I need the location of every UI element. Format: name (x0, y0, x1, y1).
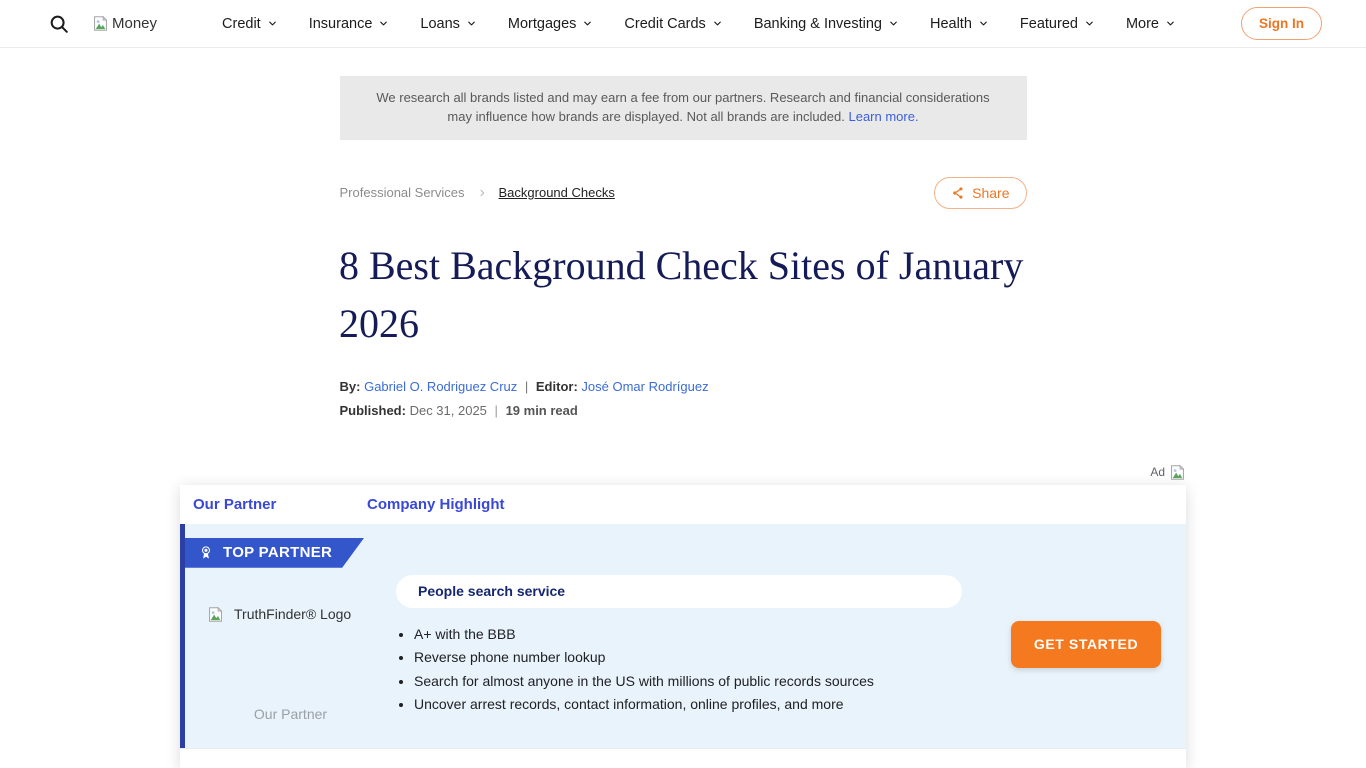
editor-label: Editor: (536, 379, 578, 394)
nav-item-featured[interactable]: Featured (1020, 16, 1095, 32)
published-date: Dec 31, 2025 (410, 403, 487, 418)
truthfinder-logo[interactable]: TruthFinder® Logo (207, 606, 396, 623)
advertiser-disclosure: We research all brands listed and may ea… (340, 76, 1027, 140)
author-link[interactable]: Gabriel O. Rodriguez Cruz (364, 379, 517, 394)
ad-label-row: Ad (180, 464, 1186, 481)
learn-more-link[interactable]: Learn more. (848, 109, 918, 124)
column-header-our-partner: Our Partner (193, 496, 367, 513)
highlight-bullet-list: A+ with the BBB Reverse phone number loo… (398, 626, 986, 713)
ribbon-award-icon (198, 545, 214, 561)
company-highlight-cell: People search service A+ with the BBB Re… (396, 524, 986, 748)
get-started-button[interactable]: GET STARTED (1011, 621, 1161, 668)
breadcrumb-row: Professional Services Background Checks … (340, 177, 1027, 209)
next-table-row-partial (180, 748, 1186, 768)
main-menu: Credit Insurance Loans Mortgages Credit … (157, 16, 1241, 32)
page-title: 8 Best Background Check Sites of January… (339, 237, 1039, 353)
broken-image-icon (92, 15, 109, 32)
share-icon (951, 186, 965, 200)
nav-item-label: Mortgages (508, 16, 577, 32)
nav-item-label: Banking & Investing (754, 16, 882, 32)
breadcrumb: Professional Services Background Checks (340, 185, 615, 200)
published-separator: | (491, 403, 502, 418)
chevron-down-icon (712, 18, 723, 29)
nav-item-label: More (1126, 16, 1159, 32)
search-icon[interactable] (48, 13, 70, 35)
byline-separator: | (521, 379, 532, 394)
nav-item-health[interactable]: Health (930, 16, 989, 32)
broken-image-icon (1169, 464, 1186, 481)
chevron-down-icon (378, 18, 389, 29)
partner-comparison-table: Our Partner Company Highlight TOP PARTNE… (180, 485, 1186, 768)
nav-item-label: Loans (420, 16, 460, 32)
nav-item-credit[interactable]: Credit (222, 16, 278, 32)
nav-item-label: Insurance (309, 16, 373, 32)
chevron-down-icon (267, 18, 278, 29)
column-header-company-highlight: Company Highlight (367, 496, 505, 513)
share-button[interactable]: Share (934, 177, 1026, 209)
top-partner-label: TOP PARTNER (223, 544, 332, 561)
editor-link[interactable]: José Omar Rodríguez (581, 379, 708, 394)
money-logo[interactable]: Money (92, 15, 157, 32)
nav-item-label: Credit Cards (624, 16, 705, 32)
cta-cell: GET STARTED (986, 524, 1186, 748)
our-partner-caption: Our Partner (185, 706, 396, 722)
breadcrumb-current-link[interactable]: Background Checks (499, 185, 615, 200)
breadcrumb-parent-link[interactable]: Professional Services (340, 185, 465, 200)
nav-item-label: Featured (1020, 16, 1078, 32)
nav-item-credit-cards[interactable]: Credit Cards (624, 16, 722, 32)
ad-label: Ad (1150, 465, 1165, 479)
top-partner-badge: TOP PARTNER (185, 538, 364, 568)
chevron-down-icon (888, 18, 899, 29)
chevron-down-icon (978, 18, 989, 29)
nav-item-label: Credit (222, 16, 261, 32)
nav-item-loans[interactable]: Loans (420, 16, 477, 32)
nav-item-more[interactable]: More (1126, 16, 1176, 32)
list-item: A+ with the BBB (414, 626, 986, 642)
nav-item-mortgages[interactable]: Mortgages (508, 16, 594, 32)
by-label: By: (340, 379, 361, 394)
nav-item-banking-investing[interactable]: Banking & Investing (754, 16, 899, 32)
highlight-pill: People search service (396, 575, 962, 608)
nav-item-label: Health (930, 16, 972, 32)
list-item: Uncover arrest records, contact informat… (414, 696, 986, 712)
table-row: TOP PARTNER TruthFinder® Logo Our Partne… (180, 524, 1186, 748)
money-logo-alt-text: Money (112, 15, 157, 32)
page: Money Credit Insurance Loans Mortgages C… (0, 0, 1366, 768)
share-label: Share (972, 185, 1009, 201)
byline: By: Gabriel O. Rodriguez Cruz | Editor: … (340, 379, 1027, 394)
chevron-down-icon (582, 18, 593, 29)
truthfinder-logo-alt-text: TruthFinder® Logo (234, 606, 351, 622)
published-line: Published: Dec 31, 2025 | 19 min read (340, 403, 1027, 418)
list-item: Reverse phone number lookup (414, 649, 986, 665)
top-navigation: Money Credit Insurance Loans Mortgages C… (0, 0, 1366, 48)
published-label: Published: (340, 403, 406, 418)
read-time: 19 min read (506, 403, 578, 418)
nav-item-insurance[interactable]: Insurance (309, 16, 390, 32)
table-header: Our Partner Company Highlight (180, 485, 1186, 524)
main-content: We research all brands listed and may ea… (0, 48, 1366, 768)
chevron-right-icon (477, 188, 487, 198)
broken-image-icon (207, 606, 224, 623)
sign-in-button[interactable]: Sign In (1241, 7, 1322, 40)
chevron-down-icon (1084, 18, 1095, 29)
chevron-down-icon (466, 18, 477, 29)
list-item: Search for almost anyone in the US with … (414, 673, 986, 689)
chevron-down-icon (1165, 18, 1176, 29)
